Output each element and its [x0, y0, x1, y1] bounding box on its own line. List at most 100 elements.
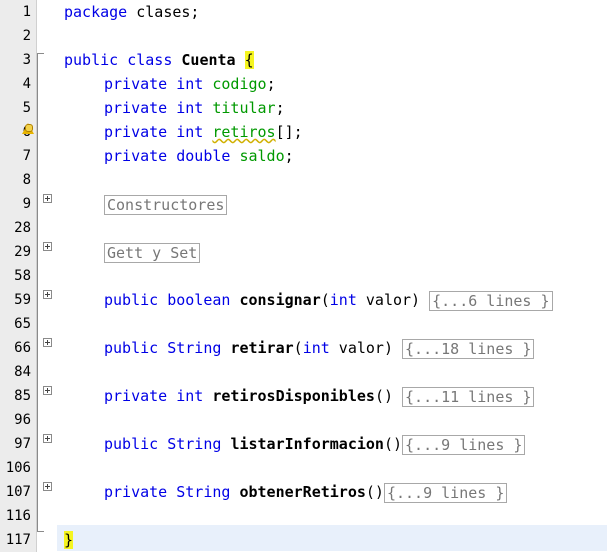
keyword: int: [167, 75, 213, 93]
line-number: 28: [14, 220, 31, 236]
method-name: obtenerRetiros: [239, 483, 366, 501]
line-number: 5: [22, 100, 31, 116]
keyword: int: [167, 99, 213, 117]
keyword: int: [167, 123, 213, 141]
keyword: boolean: [158, 291, 240, 309]
line-number: 58: [14, 268, 31, 284]
code-line[interactable]: private int titular;: [104, 96, 285, 120]
keyword: int: [167, 387, 213, 405]
keyword: private: [104, 75, 168, 93]
fold-expand-icon[interactable]: [43, 242, 52, 251]
keyword: double: [167, 147, 240, 165]
matching-brace: {: [244, 51, 254, 69]
line-number: 4: [22, 76, 31, 92]
fold-end-marker: [37, 525, 44, 532]
parameters: valor): [329, 339, 403, 357]
punctuation: ;: [266, 75, 276, 93]
punctuation: [];: [275, 123, 303, 141]
method-name: listarInformacion: [230, 435, 384, 453]
keyword: public: [104, 339, 159, 357]
line-number: 1: [22, 4, 31, 20]
fold-expand-icon[interactable]: [43, 386, 52, 395]
punctuation: ;: [275, 99, 285, 117]
keyword: public: [104, 291, 159, 309]
line-number: 107: [5, 484, 31, 500]
code-line[interactable]: Constructores: [104, 192, 228, 216]
keyword: package: [64, 3, 128, 21]
field-name: retiros: [212, 123, 276, 141]
folded-method-body[interactable]: {...9 lines }: [383, 482, 508, 503]
fold-expand-icon[interactable]: [43, 194, 52, 203]
fold-start-marker: [37, 53, 44, 60]
method-listar-informacion[interactable]: public String listarInformacion() {...9 l…: [104, 432, 526, 456]
line-number-gutter[interactable]: 1 2 3 4 5 6 7 8 9 28 29 58 59 65 66 84 8…: [0, 0, 37, 552]
keyword: public: [104, 435, 159, 453]
folded-method-body[interactable]: {...18 lines }: [402, 338, 535, 359]
package-name: clases;: [127, 3, 200, 21]
line-number: 3: [22, 52, 31, 68]
method-retiros-disponibles[interactable]: private int retirosDisponibles() {...11 …: [104, 384, 535, 408]
keyword: private: [104, 483, 168, 501]
line-number: 8: [22, 172, 31, 188]
keyword: String: [158, 435, 231, 453]
method-obtener-retiros[interactable]: private String obtenerRetiros() {...9 lin…: [104, 480, 508, 504]
keyword: String: [158, 339, 231, 357]
fold-margin: [37, 0, 57, 552]
warning-bulb-icon: [25, 124, 33, 132]
code-line[interactable]: private double saldo;: [104, 144, 294, 168]
line-number: 29: [14, 244, 31, 260]
code-editor[interactable]: 1 2 3 4 5 6 7 8 9 28 29 58 59 65 66 84 8…: [0, 0, 607, 552]
field-name: codigo: [212, 75, 267, 93]
code-line[interactable]: Gett y Set: [104, 240, 201, 264]
code-line[interactable]: package clases;: [64, 0, 199, 24]
fold-expand-icon[interactable]: [43, 290, 52, 299]
fold-expand-icon[interactable]: [43, 482, 52, 491]
line-number: 9: [22, 196, 31, 212]
folded-region-constructores[interactable]: Constructores: [104, 194, 228, 215]
matching-brace: }: [64, 531, 74, 549]
code-line[interactable]: private int codigo;: [104, 72, 276, 96]
line-number: 117: [5, 532, 31, 548]
folded-region-getters-setters[interactable]: Gett y Set: [104, 242, 201, 263]
keyword: String: [167, 483, 240, 501]
fold-expand-icon[interactable]: [43, 338, 52, 347]
fold-guide-line: [37, 59, 38, 525]
parameters: (): [374, 387, 403, 405]
line-number: 66: [14, 340, 31, 356]
parameters: (): [383, 435, 403, 453]
line-number: 96: [14, 412, 31, 428]
line-number: 65: [14, 316, 31, 332]
field-name: saldo: [239, 147, 285, 165]
line-number: 116: [5, 508, 31, 524]
method-consignar[interactable]: public boolean consignar(int valor) {...…: [104, 288, 553, 312]
folded-method-body[interactable]: {...11 lines }: [402, 386, 535, 407]
keyword: int: [329, 291, 357, 309]
fold-expand-icon[interactable]: [43, 434, 52, 443]
parameters: (): [365, 483, 384, 501]
line-number: 7: [22, 148, 31, 164]
folded-method-body[interactable]: {...9 lines }: [402, 434, 526, 455]
code-line[interactable]: public class Cuenta {: [64, 48, 254, 72]
method-retirar[interactable]: public String retirar(int valor) {...18 …: [104, 336, 535, 360]
line-number: 2: [22, 28, 31, 44]
class-name: Cuenta: [181, 51, 236, 69]
line-number: 59: [14, 292, 31, 308]
line-number: 106: [5, 460, 31, 476]
method-name: consignar: [239, 291, 321, 309]
keyword: public: [64, 51, 119, 69]
keyword: private: [104, 387, 168, 405]
keyword: private: [104, 147, 168, 165]
punctuation: (: [293, 339, 303, 357]
current-line-highlight: [57, 525, 607, 551]
folded-method-body[interactable]: {...6 lines }: [429, 290, 553, 311]
keyword: int: [302, 339, 330, 357]
code-line[interactable]: private int retiros[];: [104, 120, 303, 144]
keyword: class: [118, 51, 182, 69]
parameters: valor): [356, 291, 430, 309]
punctuation: ;: [284, 147, 294, 165]
line-number: 97: [14, 436, 31, 452]
keyword: private: [104, 123, 168, 141]
code-line[interactable]: }: [64, 528, 74, 552]
method-name: retirosDisponibles: [212, 387, 375, 405]
field-name: titular: [212, 99, 276, 117]
